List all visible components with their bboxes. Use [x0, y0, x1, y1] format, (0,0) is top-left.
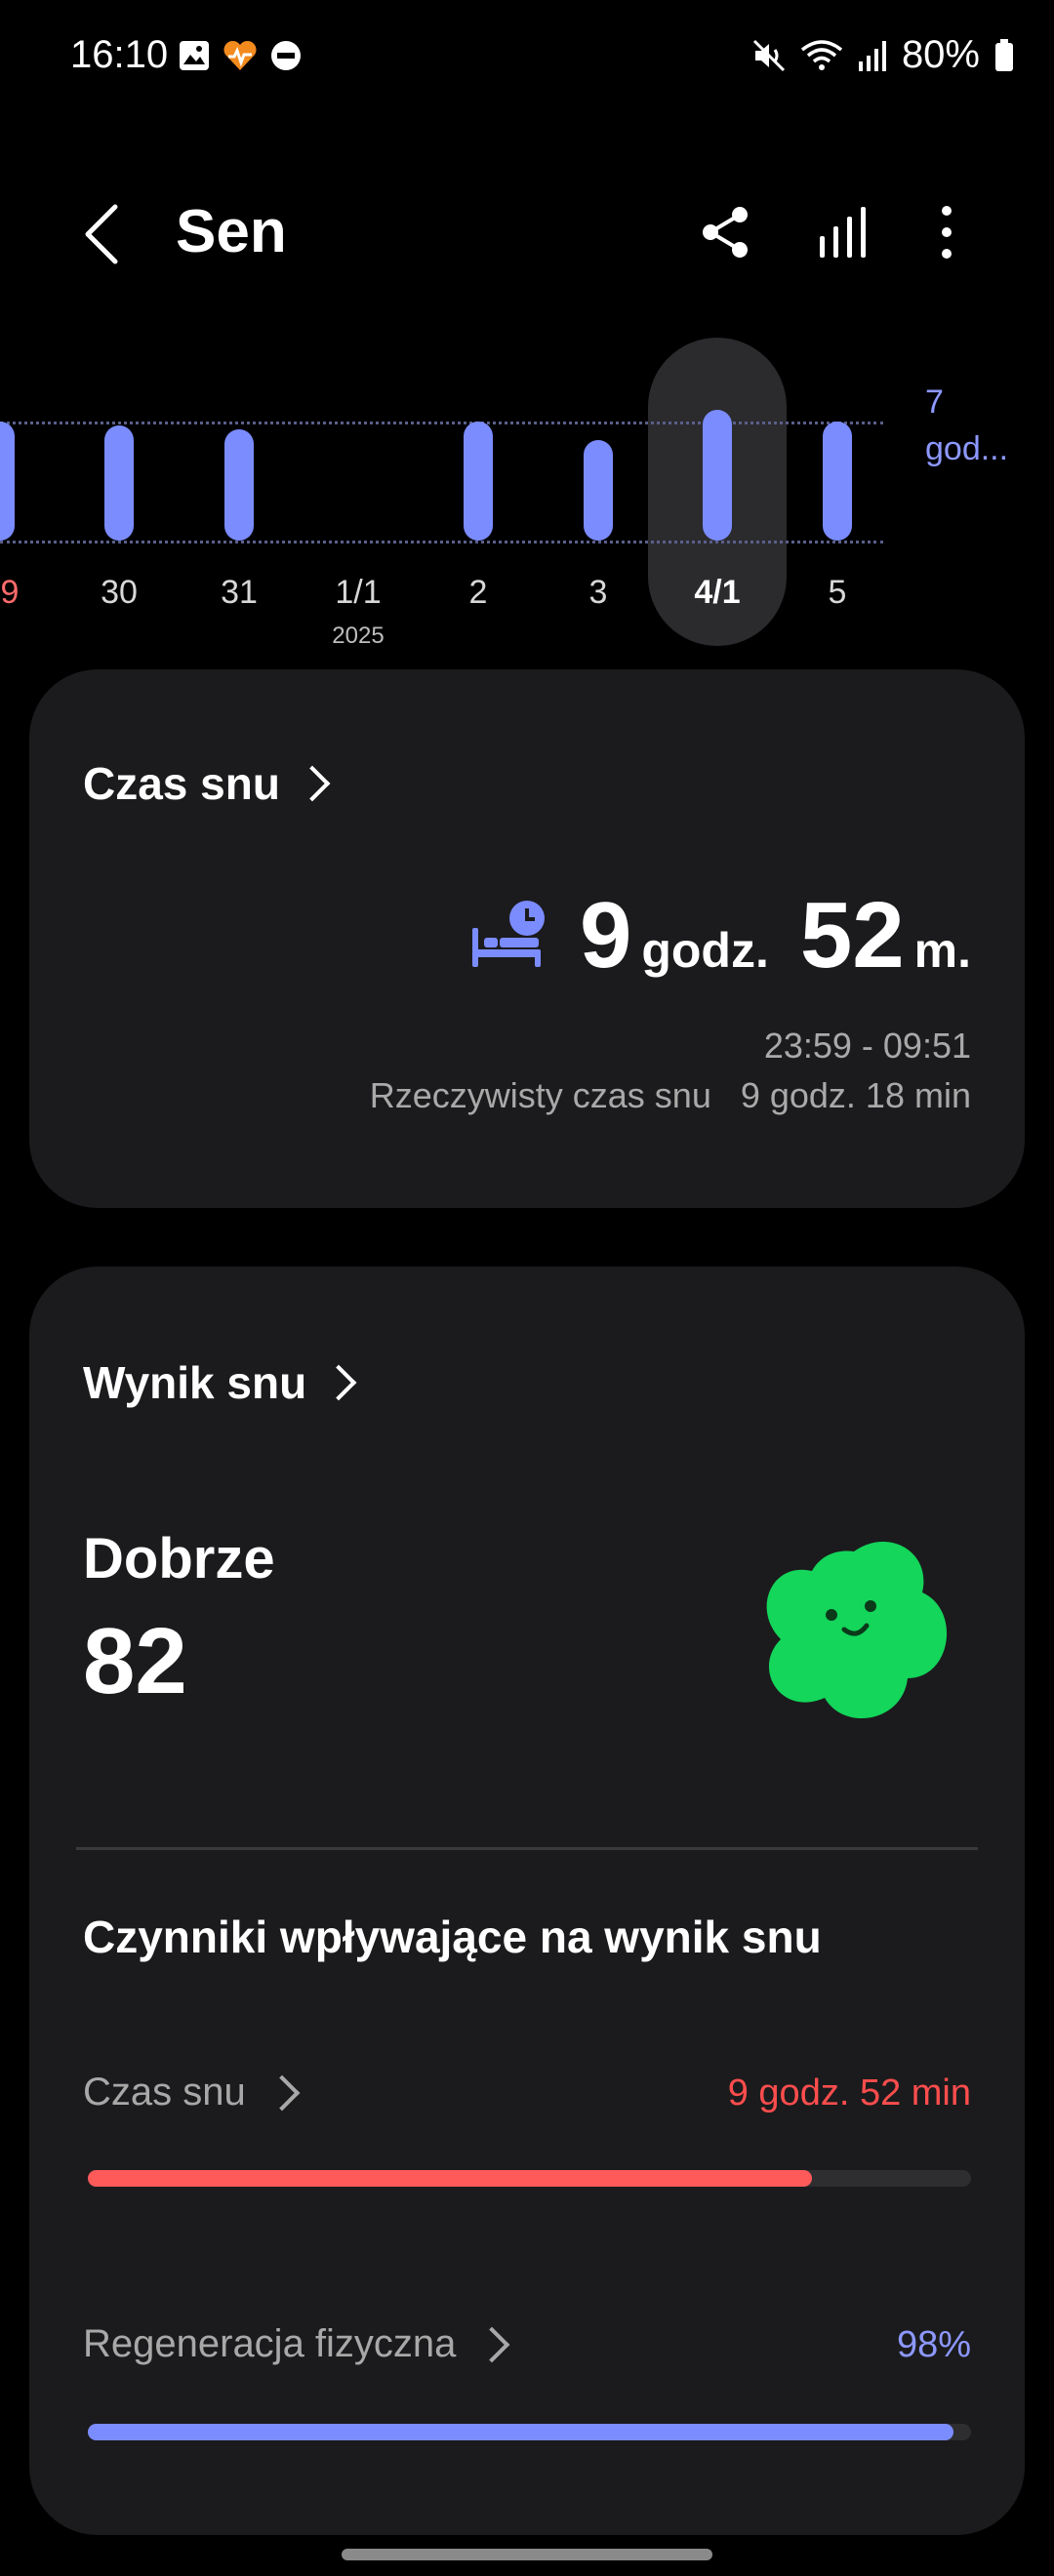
- more-icon[interactable]: [915, 201, 978, 263]
- sleep-bar[interactable]: [584, 439, 613, 541]
- year-label: 2025: [332, 623, 385, 649]
- score-value: 82: [83, 1609, 187, 1713]
- factor-sleep-time-value: 9 godz. 52 min: [727, 2073, 971, 2113]
- day-label[interactable]: 2: [469, 574, 488, 612]
- do-not-disturb-icon: [271, 41, 301, 70]
- sleep-bar[interactable]: [104, 425, 134, 541]
- day-label[interactable]: 30: [101, 574, 138, 612]
- chevron-right-icon: [264, 2074, 301, 2111]
- day-label[interactable]: 1/1: [335, 574, 381, 612]
- hours-value: 9: [579, 883, 632, 987]
- share-icon[interactable]: [695, 201, 757, 263]
- chart-icon[interactable]: [812, 201, 874, 263]
- sleep-time-card[interactable]: Czas snu 9 godz. 52 m. 23:59 - 09:51 Rze…: [29, 669, 1025, 1208]
- battery-icon: [995, 38, 1013, 71]
- actual-sleep-value: 9 godz. 18 min: [740, 1075, 971, 1115]
- back-icon[interactable]: [76, 201, 131, 267]
- sleep-duration: 9 godz. 52 m.: [468, 882, 971, 989]
- home-indicator[interactable]: [342, 2549, 712, 2560]
- page-title: Sen: [176, 198, 287, 265]
- factors-title: Czynniki wpływające na wynik snu: [83, 1912, 822, 1962]
- sleep-bar[interactable]: [464, 422, 493, 541]
- status-time: 16:10: [70, 33, 169, 76]
- sleep-time-range: 23:59 - 09:51: [763, 1026, 971, 1066]
- status-right: 80%: [751, 33, 1015, 77]
- day-label[interactable]: 3: [589, 574, 608, 612]
- sleep-timeline[interactable]: 7 god... 9 30 31 1/1 2025 2 3 4/1 5: [0, 332, 1054, 664]
- divider: [76, 1847, 978, 1850]
- status-bar: 16:10 80%: [0, 0, 1054, 115]
- factor-physical-recovery-bar: [88, 2424, 971, 2440]
- minutes-value: 52: [799, 883, 905, 987]
- wifi-icon: [800, 39, 843, 70]
- day-label[interactable]: 4/1: [694, 574, 740, 612]
- sleep-score-card[interactable]: Wynik snu Dobrze 82 Czynniki wpływające …: [29, 1267, 1025, 2535]
- battery-percent: 80%: [901, 33, 980, 76]
- app-bar: Sen: [0, 176, 1054, 293]
- hours-unit: godz.: [641, 923, 769, 978]
- goal-line-upper: [0, 422, 883, 424]
- factor-sleep-time[interactable]: Czas snu: [83, 2071, 301, 2114]
- sleep-time-title[interactable]: Czas snu: [83, 757, 331, 810]
- mute-icon: [752, 39, 785, 71]
- factor-sleep-time-fill: [88, 2170, 813, 2187]
- score-mascot-icon: [766, 1542, 948, 1719]
- sleep-score-title[interactable]: Wynik snu: [83, 1356, 357, 1409]
- factor-sleep-time-bar: [88, 2170, 971, 2187]
- factor-physical-recovery-fill: [88, 2424, 953, 2440]
- bed-clock-icon: [471, 901, 545, 967]
- sleep-bar[interactable]: [703, 410, 732, 541]
- sleep-bar[interactable]: [823, 422, 852, 541]
- day-label[interactable]: 31: [221, 574, 258, 612]
- signal-icon: [858, 40, 886, 71]
- actual-sleep-row: Rzeczywisty czas snu 9 godz. 18 min: [370, 1075, 971, 1116]
- chevron-right-icon: [320, 1364, 357, 1401]
- minutes-unit: m.: [913, 923, 971, 978]
- actual-sleep-label: Rzeczywisty czas snu: [369, 1075, 711, 1115]
- day-label[interactable]: 5: [829, 574, 847, 612]
- factor-physical-recovery-value: 98%: [896, 2324, 971, 2365]
- gallery-icon: [180, 41, 209, 70]
- goal-label: 7 god...: [925, 383, 1009, 467]
- day-label[interactable]: 9: [1, 574, 20, 612]
- sleep-bar[interactable]: [224, 429, 254, 541]
- score-status: Dobrze: [83, 1527, 275, 1590]
- sleep-bar[interactable]: [0, 422, 15, 541]
- heart-rate-app-icon: [223, 40, 257, 70]
- goal-line-lower: [0, 541, 883, 543]
- chevron-right-icon: [294, 765, 331, 802]
- chevron-right-icon: [474, 2326, 510, 2362]
- factor-physical-recovery[interactable]: Regeneracja fizyczna: [83, 2322, 510, 2366]
